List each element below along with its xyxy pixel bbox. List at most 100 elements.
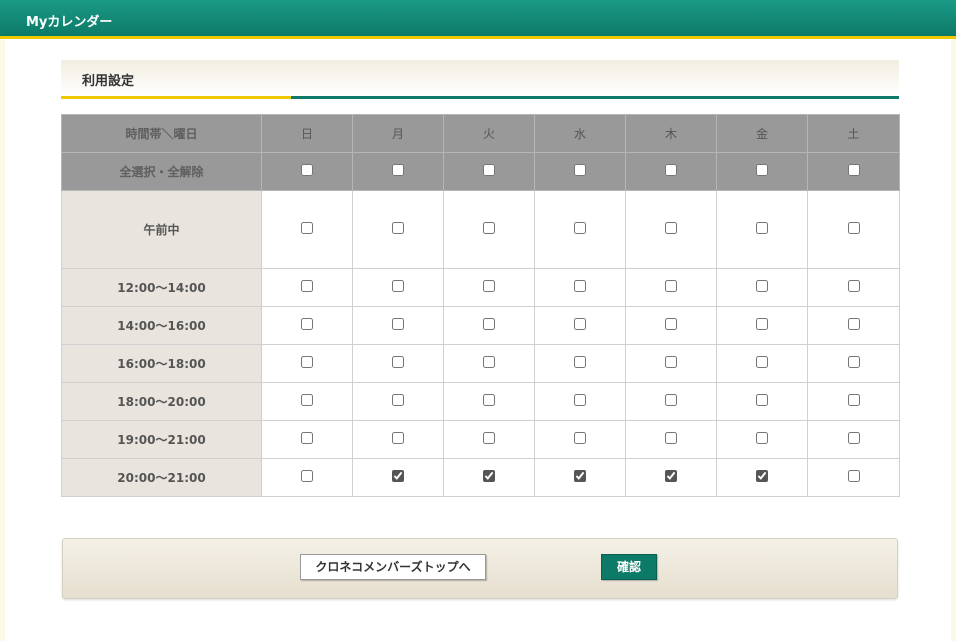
slot-checkbox[interactable] bbox=[574, 432, 586, 444]
slot-checkbox[interactable] bbox=[301, 356, 313, 368]
slot-checkbox[interactable] bbox=[574, 470, 586, 482]
slot-checkbox[interactable] bbox=[392, 470, 404, 482]
slot-checkbox[interactable] bbox=[574, 318, 586, 330]
slot-checkbox[interactable] bbox=[574, 394, 586, 406]
table-row: 16:00～18:00 bbox=[61, 344, 900, 383]
slot-checkbox[interactable] bbox=[392, 280, 404, 292]
select-all-checkbox[interactable] bbox=[665, 164, 677, 176]
slot-cell bbox=[352, 458, 444, 497]
slot-checkbox[interactable] bbox=[665, 470, 677, 482]
section-underline bbox=[291, 96, 899, 99]
select-all-cell bbox=[625, 152, 717, 191]
slot-checkbox[interactable] bbox=[756, 318, 768, 330]
time-slot-label: 午前中 bbox=[61, 190, 262, 269]
slot-checkbox[interactable] bbox=[847, 432, 860, 444]
time-slot-label: 12:00～14:00 bbox=[61, 268, 262, 307]
slot-checkbox[interactable] bbox=[301, 432, 313, 444]
slot-checkbox[interactable] bbox=[483, 318, 495, 330]
slot-checkbox[interactable] bbox=[301, 280, 313, 292]
slot-checkbox[interactable] bbox=[665, 280, 677, 292]
slot-checkbox[interactable] bbox=[301, 470, 313, 482]
slot-cell bbox=[534, 306, 626, 345]
slot-checkbox[interactable] bbox=[574, 222, 586, 234]
app-title: Myカレンダー bbox=[26, 15, 113, 30]
slot-cell bbox=[443, 190, 535, 269]
slot-cell bbox=[352, 190, 444, 269]
table-row: 午前中 bbox=[61, 190, 900, 269]
slot-cell bbox=[625, 344, 717, 383]
slot-cell bbox=[534, 344, 626, 383]
slot-cell bbox=[534, 420, 626, 459]
slot-checkbox[interactable] bbox=[756, 222, 768, 234]
slot-cell bbox=[807, 306, 900, 345]
slot-checkbox[interactable] bbox=[847, 356, 860, 368]
slot-cell bbox=[352, 268, 444, 307]
slot-checkbox[interactable] bbox=[392, 356, 404, 368]
slot-checkbox[interactable] bbox=[756, 280, 768, 292]
slot-cell bbox=[443, 420, 535, 459]
day-header: 木 bbox=[625, 114, 717, 153]
slot-checkbox[interactable] bbox=[756, 356, 768, 368]
select-all-row: 全選択・全解除 bbox=[61, 152, 900, 191]
slot-cell bbox=[534, 382, 626, 421]
slot-checkbox[interactable] bbox=[665, 222, 677, 234]
select-all-cell bbox=[443, 152, 535, 191]
slot-checkbox[interactable] bbox=[483, 470, 495, 482]
time-slot-label: 18:00～20:00 bbox=[61, 382, 262, 421]
slot-checkbox[interactable] bbox=[392, 432, 404, 444]
slot-checkbox[interactable] bbox=[665, 432, 677, 444]
slot-checkbox[interactable] bbox=[392, 222, 404, 234]
slot-cell bbox=[534, 190, 626, 269]
table-row: 18:00～20:00 bbox=[61, 382, 900, 421]
confirm-button[interactable]: 確認 bbox=[601, 554, 657, 580]
slot-checkbox[interactable] bbox=[665, 394, 677, 406]
slot-cell bbox=[443, 344, 535, 383]
slot-cell bbox=[716, 420, 808, 459]
slot-checkbox[interactable] bbox=[574, 356, 586, 368]
slot-checkbox[interactable] bbox=[392, 318, 404, 330]
slot-checkbox[interactable] bbox=[301, 318, 313, 330]
table-row: 12:00～14:00 bbox=[61, 268, 900, 307]
slot-checkbox[interactable] bbox=[301, 222, 313, 234]
slot-checkbox[interactable] bbox=[574, 280, 586, 292]
slot-checkbox[interactable] bbox=[847, 318, 860, 330]
select-all-checkbox[interactable] bbox=[301, 164, 313, 176]
slot-cell bbox=[716, 268, 808, 307]
select-all-cell bbox=[807, 152, 900, 191]
select-all-checkbox[interactable] bbox=[574, 164, 586, 176]
select-all-checkbox[interactable] bbox=[392, 164, 404, 176]
table-header-row: 時間帯＼曜日日月火水木金土 bbox=[61, 114, 900, 153]
slot-checkbox[interactable] bbox=[301, 394, 313, 406]
slot-checkbox[interactable] bbox=[665, 356, 677, 368]
app-header: Myカレンダー bbox=[0, 0, 956, 39]
slot-checkbox[interactable] bbox=[756, 470, 768, 482]
select-all-checkbox[interactable] bbox=[756, 164, 768, 176]
slot-cell bbox=[261, 420, 353, 459]
slot-checkbox[interactable] bbox=[483, 356, 495, 368]
slot-checkbox[interactable] bbox=[483, 280, 495, 292]
slot-checkbox[interactable] bbox=[483, 222, 495, 234]
slot-checkbox[interactable] bbox=[483, 432, 495, 444]
slot-cell bbox=[261, 306, 353, 345]
slot-cell bbox=[261, 458, 353, 497]
slot-checkbox[interactable] bbox=[847, 280, 860, 292]
section-header: 利用設定 bbox=[61, 60, 899, 96]
slot-cell bbox=[443, 382, 535, 421]
slot-cell bbox=[807, 458, 900, 497]
slot-checkbox[interactable] bbox=[756, 394, 768, 406]
slot-checkbox[interactable] bbox=[392, 394, 404, 406]
slot-checkbox[interactable] bbox=[847, 470, 860, 482]
select-all-label: 全選択・全解除 bbox=[61, 152, 262, 191]
time-slot-label: 14:00～16:00 bbox=[61, 306, 262, 345]
slot-cell bbox=[261, 382, 353, 421]
slot-checkbox[interactable] bbox=[847, 222, 860, 234]
members-top-button[interactable]: クロネコメンバーズトップへ bbox=[300, 554, 486, 580]
slot-cell bbox=[807, 190, 900, 269]
slot-checkbox[interactable] bbox=[665, 318, 677, 330]
slot-checkbox[interactable] bbox=[847, 394, 860, 406]
slot-checkbox[interactable] bbox=[756, 432, 768, 444]
day-header: 水 bbox=[534, 114, 626, 153]
slot-checkbox[interactable] bbox=[483, 394, 495, 406]
select-all-checkbox[interactable] bbox=[847, 164, 860, 176]
select-all-checkbox[interactable] bbox=[483, 164, 495, 176]
